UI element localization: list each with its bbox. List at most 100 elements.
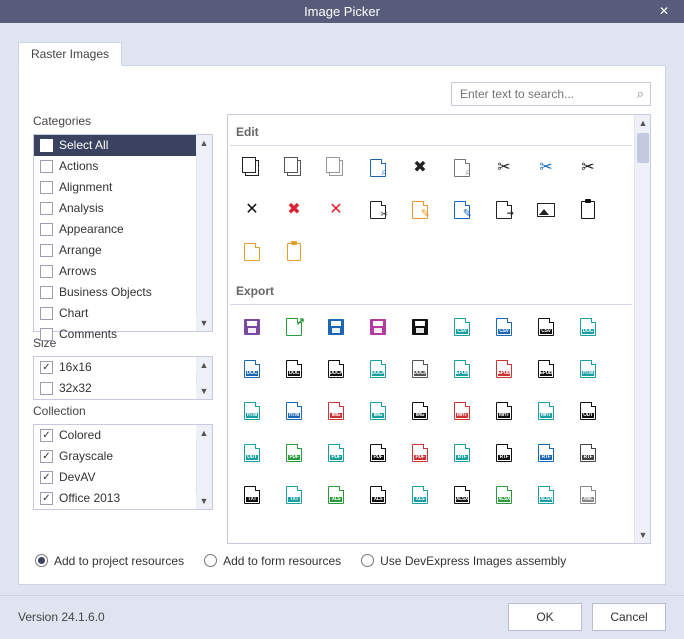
categories-scroll-up[interactable]: ▲	[196, 135, 212, 151]
x-red-icon[interactable]: ✖	[282, 198, 306, 222]
pdf-black-icon[interactable]: PDF	[366, 441, 390, 465]
collection-scroll-up[interactable]: ▲	[196, 425, 212, 441]
collection-scroll-down[interactable]: ▼	[196, 493, 212, 509]
list-item[interactable]: Actions	[34, 156, 212, 177]
checkbox-icon[interactable]	[40, 202, 53, 215]
checkbox-icon[interactable]	[40, 244, 53, 257]
save-purple-icon[interactable]	[240, 315, 264, 339]
xls-teal-icon[interactable]: XLS	[408, 483, 432, 507]
csv-blue-icon[interactable]: CSV	[492, 315, 516, 339]
rtf-blue-icon[interactable]: RTF	[534, 441, 558, 465]
list-item[interactable]: ✓DevAV	[34, 467, 212, 488]
docx-teal-icon[interactable]: DOCX	[366, 357, 390, 381]
mht-black-icon[interactable]: MHT	[492, 399, 516, 423]
ok-button[interactable]: OK	[508, 603, 582, 631]
scissors-blue-icon[interactable]: ✂	[534, 156, 558, 180]
list-item[interactable]: Appearance	[34, 219, 212, 240]
copy-icon[interactable]	[240, 156, 264, 180]
categories-scrollbar[interactable]	[196, 135, 212, 331]
scissors-icon[interactable]: ✂	[492, 156, 516, 180]
x-black-icon[interactable]: ✕	[240, 198, 264, 222]
htm-blue-icon[interactable]: HTM	[282, 399, 306, 423]
edit-doc-blue-icon[interactable]: ✎	[450, 198, 474, 222]
checkbox-icon[interactable]: ✓	[40, 429, 53, 442]
categories-scroll-down[interactable]: ▼	[196, 315, 212, 331]
search-box[interactable]: ⌕	[451, 82, 651, 106]
replace-icon[interactable]: ➜	[492, 198, 516, 222]
txt-teal-icon[interactable]: TXT	[282, 483, 306, 507]
img-black-icon[interactable]: IMG	[408, 399, 432, 423]
list-item[interactable]: Business Objects	[34, 282, 212, 303]
clipboard-yellow-icon[interactable]	[282, 240, 306, 264]
pdf-red-icon[interactable]: PDF	[408, 441, 432, 465]
list-item[interactable]: Arrows	[34, 261, 212, 282]
titlebar[interactable]: Image Picker ✕	[0, 0, 684, 23]
radio-option[interactable]: Add to form resources	[204, 554, 341, 568]
save-magenta-icon[interactable]	[366, 315, 390, 339]
checkbox-icon[interactable]: ✓	[40, 361, 53, 374]
edit-doc-icon[interactable]: ✎	[408, 198, 432, 222]
csv-teal-icon[interactable]: CSV	[450, 315, 474, 339]
htm-teal-icon[interactable]: HTM	[576, 357, 600, 381]
gallery-scroll-up[interactable]: ▲	[635, 115, 651, 131]
list-item[interactable]: Select All	[34, 135, 212, 156]
list-item[interactable]: Comments	[34, 324, 212, 345]
xml-gray-icon[interactable]: XML	[576, 483, 600, 507]
cut-doc-icon[interactable]: ✂	[366, 198, 390, 222]
mht-teal-icon[interactable]: MHT	[534, 399, 558, 423]
checkbox-icon[interactable]	[40, 328, 53, 341]
checkbox-icon[interactable]: ✓	[40, 471, 53, 484]
csv-black-icon[interactable]: CSV	[534, 315, 558, 339]
image-icon[interactable]	[534, 198, 558, 222]
mht-red-icon[interactable]: MHT	[450, 399, 474, 423]
checkbox-icon[interactable]	[40, 286, 53, 299]
size-scroll-down[interactable]: ▼	[196, 383, 212, 399]
x-red-big-icon[interactable]: ✕	[324, 198, 348, 222]
list-item[interactable]: ✓Grayscale	[34, 446, 212, 467]
rtf-black-icon[interactable]: RTF	[492, 441, 516, 465]
collection-list[interactable]: ✓Colored✓Grayscale✓DevAV✓Office 2013 ▲ ▼	[33, 424, 213, 510]
epub-teal-icon[interactable]: EPUB	[450, 357, 474, 381]
checkbox-icon[interactable]	[40, 265, 53, 278]
list-item[interactable]: ✓16x16	[34, 357, 212, 378]
checkbox-icon[interactable]	[40, 223, 53, 236]
copy-gray-icon[interactable]	[324, 156, 348, 180]
search-doc-icon[interactable]: ⌕	[366, 156, 390, 180]
categories-list[interactable]: Select AllActionsAlignmentAnalysisAppear…	[33, 134, 213, 332]
rtf-teal-icon[interactable]: RTF	[450, 441, 474, 465]
gallery-scroll-thumb[interactable]	[637, 133, 649, 163]
save-blue-icon[interactable]	[324, 315, 348, 339]
cancel-button[interactable]: Cancel	[592, 603, 666, 631]
radio-option[interactable]: Add to project resources	[35, 554, 184, 568]
odt-black-icon[interactable]: ODT	[576, 399, 600, 423]
gallery-scrollbar[interactable]: ▲ ▼	[634, 115, 650, 543]
xlsx-black-icon[interactable]: XLSX	[450, 483, 474, 507]
docx-black2-icon[interactable]: DOCX	[408, 357, 432, 381]
list-item[interactable]: ✓Office 2013	[34, 488, 212, 509]
scissors-black-icon[interactable]: ✂	[576, 156, 600, 180]
tab-raster-images[interactable]: Raster Images	[18, 42, 122, 66]
checkbox-icon[interactable]	[40, 307, 53, 320]
zoom-doc-icon[interactable]: ⌕	[450, 156, 474, 180]
xlsx-green-icon[interactable]: XLSX	[492, 483, 516, 507]
rtf-black2-icon[interactable]: RTF	[576, 441, 600, 465]
checkbox-icon[interactable]: ✓	[40, 450, 53, 463]
doc-teal-icon[interactable]: DOC	[576, 315, 600, 339]
export-green-icon[interactable]: ↗	[282, 315, 306, 339]
pdf-green-icon[interactable]: PDF	[282, 441, 306, 465]
clipboard-icon[interactable]	[576, 198, 600, 222]
img-teal-icon[interactable]: IMG	[366, 399, 390, 423]
xls-green-icon[interactable]: XLS	[324, 483, 348, 507]
size-scroll-up[interactable]: ▲	[196, 357, 212, 373]
xls-black-icon[interactable]: XLS	[366, 483, 390, 507]
checkbox-icon[interactable]	[40, 139, 53, 152]
pdf-teal-icon[interactable]: PDF	[324, 441, 348, 465]
list-item[interactable]: Arrange	[34, 240, 212, 261]
htm-teal2-icon[interactable]: HTM	[240, 399, 264, 423]
checkbox-icon[interactable]: ✓	[40, 492, 53, 505]
gallery-scroll-down[interactable]: ▼	[635, 527, 651, 543]
epub-black-icon[interactable]: EPUB	[534, 357, 558, 381]
size-list[interactable]: ✓16x1632x32 ▲ ▼	[33, 356, 213, 400]
txt-black-icon[interactable]: TXT	[240, 483, 264, 507]
xlsx-teal-icon[interactable]: XLSX	[534, 483, 558, 507]
